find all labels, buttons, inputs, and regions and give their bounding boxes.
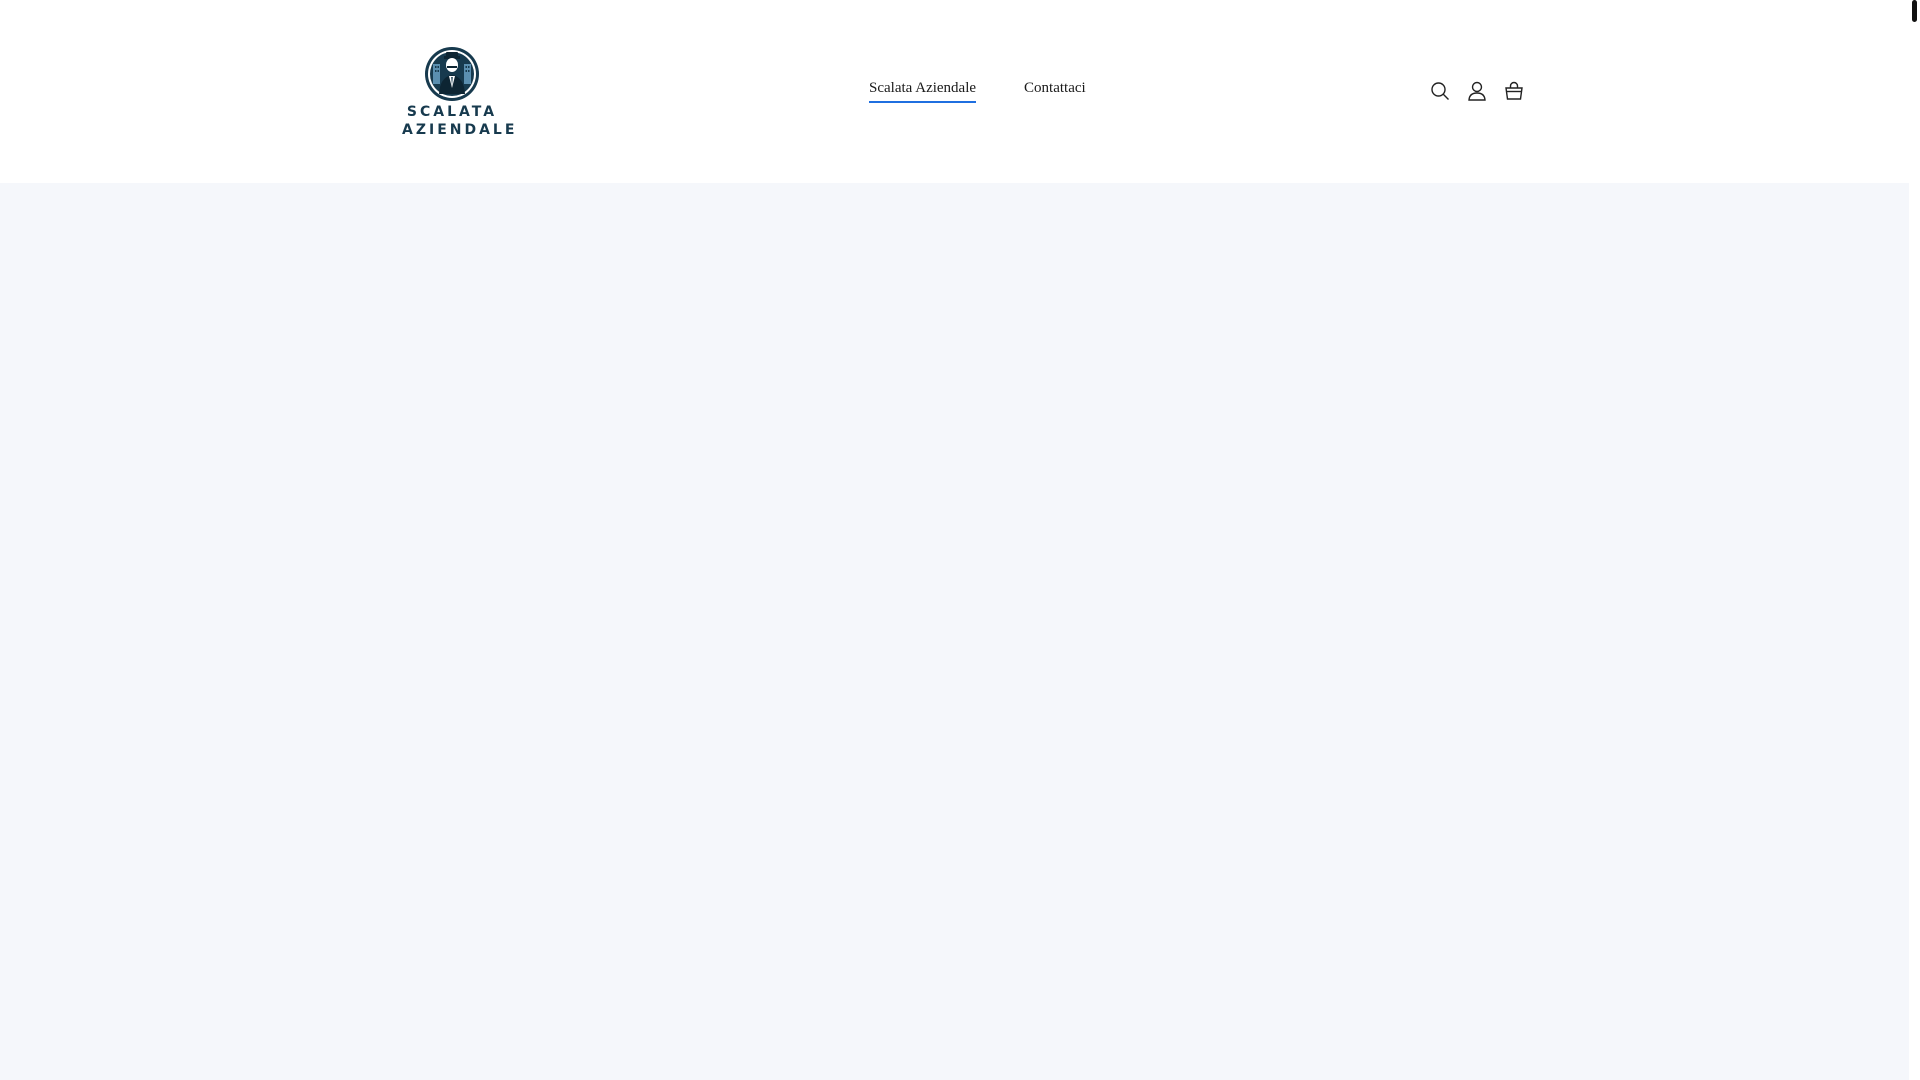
site-logo[interactable]: SCALATA AZIENDALE [402, 44, 518, 144]
main-nav: Scalata Aziendale Contattaci [869, 80, 1086, 103]
header-icons [1430, 80, 1524, 102]
search-button[interactable] [1430, 80, 1450, 102]
cart-button[interactable] [1504, 80, 1524, 102]
main-content [0, 183, 1909, 1080]
logo-text-line1: SCALATA [406, 104, 498, 120]
logo-text-line2: AZIENDALE [402, 122, 518, 138]
search-icon [1431, 82, 1449, 100]
scrollbar-track[interactable] [1909, 0, 1920, 1080]
page: SCALATA AZIENDALE Scalata Aziendale Cont… [0, 0, 1920, 1080]
nav-link-contattaci[interactable]: Contattaci [1024, 80, 1086, 103]
businessman-logo-icon [425, 47, 479, 101]
cart-icon [1505, 81, 1523, 100]
nav-link-scalata-aziendale[interactable]: Scalata Aziendale [869, 80, 977, 103]
account-icon [1468, 81, 1486, 101]
account-button[interactable] [1467, 80, 1487, 102]
scrollbar-thumb[interactable] [1912, 0, 1917, 22]
site-header: SCALATA AZIENDALE Scalata Aziendale Cont… [0, 0, 1909, 183]
